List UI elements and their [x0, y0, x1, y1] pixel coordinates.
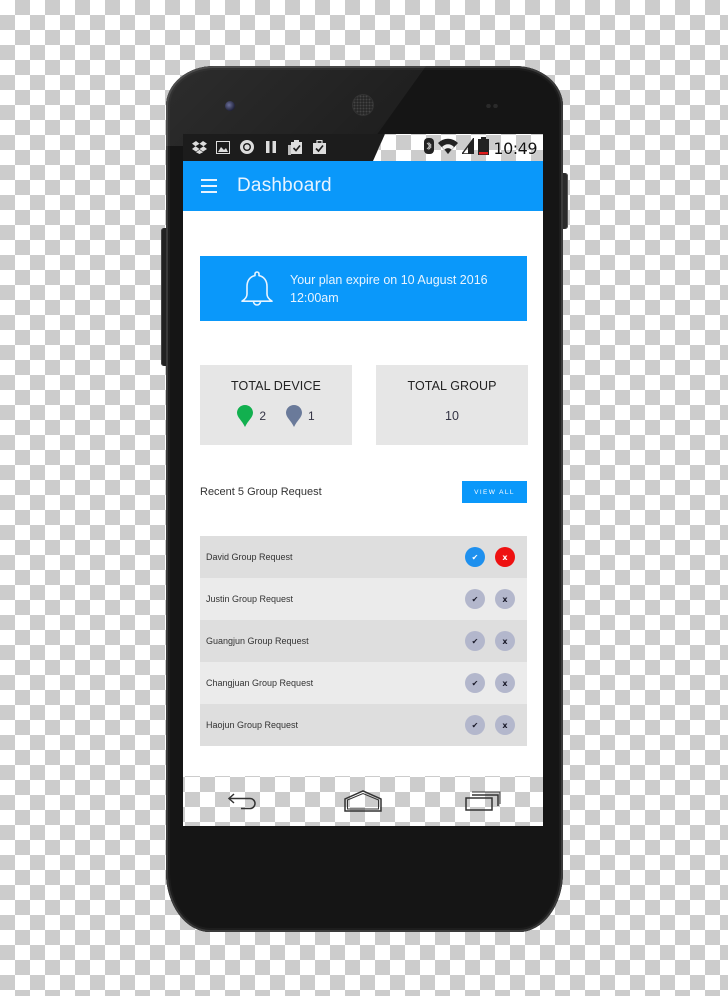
android-nav-bar	[183, 776, 543, 826]
hamburger-menu-icon[interactable]	[201, 179, 217, 193]
total-device-title: TOTAL DEVICE	[231, 379, 321, 393]
status-time: 10:49	[493, 138, 537, 158]
request-name: Guangjun Group Request	[206, 636, 309, 646]
notice-line-2: 12:00am	[290, 290, 339, 305]
wifi-icon	[438, 138, 459, 159]
recent-apps-button[interactable]	[463, 788, 503, 814]
green-pin-icon	[237, 405, 254, 427]
list-item: Haojun Group Request ✔ x	[200, 704, 527, 746]
online-devices: 2	[237, 405, 266, 427]
request-name: Changjuan Group Request	[206, 678, 314, 688]
total-group-card[interactable]: TOTAL GROUP 10	[376, 365, 528, 445]
reject-button[interactable]: x	[495, 631, 515, 651]
list-item: Justin Group Request ✔ x	[200, 578, 527, 620]
app-bar: Dashboard	[183, 161, 543, 211]
reject-button[interactable]: x	[495, 547, 515, 567]
reject-button[interactable]: x	[495, 589, 515, 609]
dashboard-content: Your plan expire on 10 August 2016 12:00…	[183, 211, 543, 776]
home-icon	[344, 790, 382, 812]
battery-icon	[478, 136, 490, 160]
plan-expiry-banner: Your plan expire on 10 August 2016 12:00…	[200, 256, 527, 321]
system-icons: 10:49	[424, 135, 537, 160]
briefcase-check-icon	[311, 139, 327, 155]
signal-icon	[460, 135, 476, 159]
group-request-list: David Group Request ✔ x Justin Group Req…	[200, 536, 527, 746]
reject-button[interactable]: x	[495, 673, 515, 693]
request-name: David Group Request	[206, 552, 293, 562]
page-title: Dashboard	[237, 175, 332, 196]
recent-apps-icon	[465, 791, 501, 811]
status-bar: 10:49	[183, 134, 543, 161]
recent-requests-header: Recent 5 Group Request VIEW ALL	[200, 481, 527, 503]
request-name: Justin Group Request	[206, 594, 294, 604]
chrome-icon	[239, 139, 255, 155]
bluetooth-icon	[424, 137, 435, 159]
bell-icon	[241, 270, 273, 306]
request-name: Haojun Group Request	[206, 720, 299, 730]
notice-line-1: Your plan expire on 10 August 2016	[290, 272, 488, 287]
phone-screen: 10:49 Dashboard Your plan expire on 10 A…	[183, 134, 543, 826]
pause-icon	[263, 139, 279, 155]
accept-button[interactable]: ✔	[465, 715, 485, 735]
list-item: David Group Request ✔ x	[200, 536, 527, 578]
back-button[interactable]	[223, 788, 263, 814]
home-button[interactable]	[343, 788, 383, 814]
notification-icons	[191, 139, 327, 155]
list-item: Guangjun Group Request ✔ x	[200, 620, 527, 662]
view-all-button[interactable]: VIEW ALL	[462, 481, 527, 503]
total-group-title: TOTAL GROUP	[407, 379, 497, 393]
reject-button[interactable]: x	[495, 715, 515, 735]
clipboard-check-icon	[287, 139, 303, 155]
back-icon	[227, 793, 256, 810]
total-device-card[interactable]: TOTAL DEVICE 2 1	[200, 365, 352, 445]
accept-button[interactable]: ✔	[465, 589, 485, 609]
total-group-value: 10	[445, 409, 459, 423]
accept-button[interactable]: ✔	[465, 673, 485, 693]
dropbox-icon	[191, 139, 207, 155]
offline-devices: 1	[286, 405, 315, 427]
proximity-sensor	[485, 104, 499, 108]
accept-button[interactable]: ✔	[465, 631, 485, 651]
earpiece-speaker	[353, 95, 373, 115]
image-icon	[215, 139, 231, 155]
gray-pin-icon	[286, 405, 302, 427]
accept-button[interactable]: ✔	[465, 547, 485, 567]
front-camera	[225, 101, 235, 111]
recent-requests-title: Recent 5 Group Request	[200, 486, 322, 498]
list-item: Changjuan Group Request ✔ x	[200, 662, 527, 704]
online-device-count: 2	[259, 409, 266, 423]
offline-device-count: 1	[308, 409, 315, 423]
